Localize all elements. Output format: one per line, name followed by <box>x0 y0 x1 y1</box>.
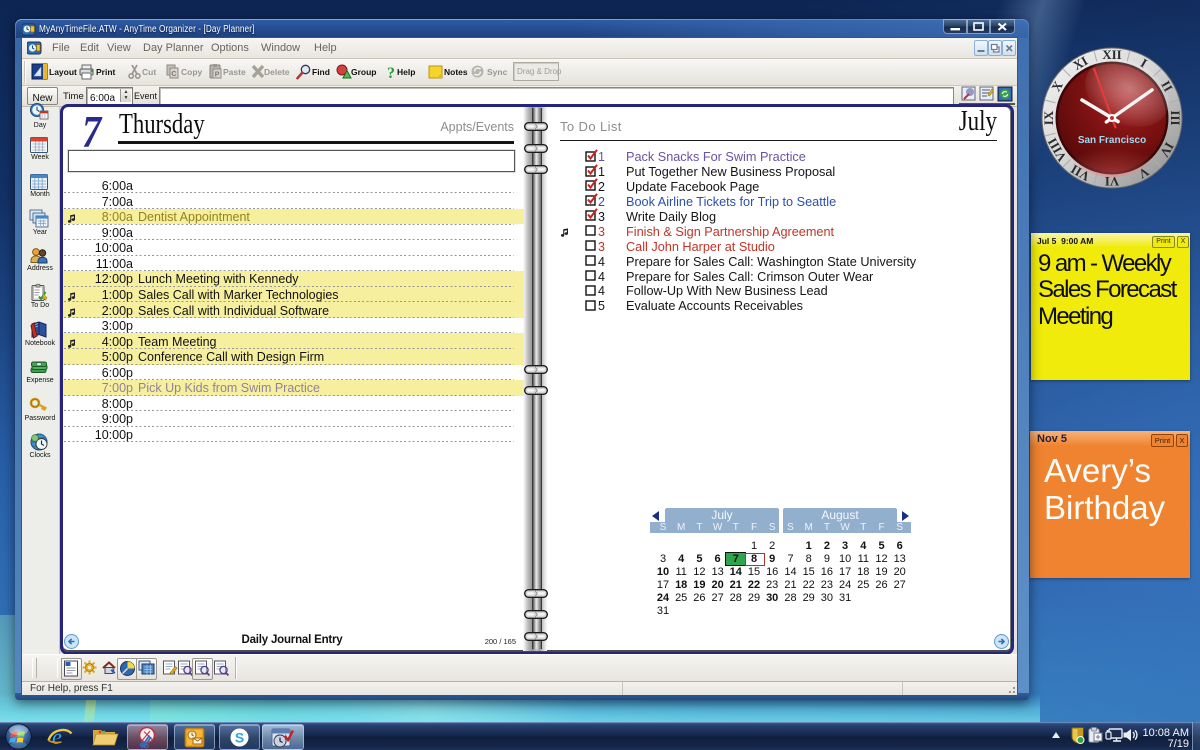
svg-text:San Francisco: San Francisco <box>1078 135 1146 146</box>
svg-text:C: C <box>171 71 176 78</box>
svg-text:III: III <box>1168 110 1183 125</box>
svg-text:e: e <box>52 724 62 749</box>
svg-text:P: P <box>215 72 220 79</box>
svg-text:S: S <box>235 730 244 746</box>
svg-text:?: ? <box>387 65 395 81</box>
svg-text:IX: IX <box>1041 110 1056 125</box>
